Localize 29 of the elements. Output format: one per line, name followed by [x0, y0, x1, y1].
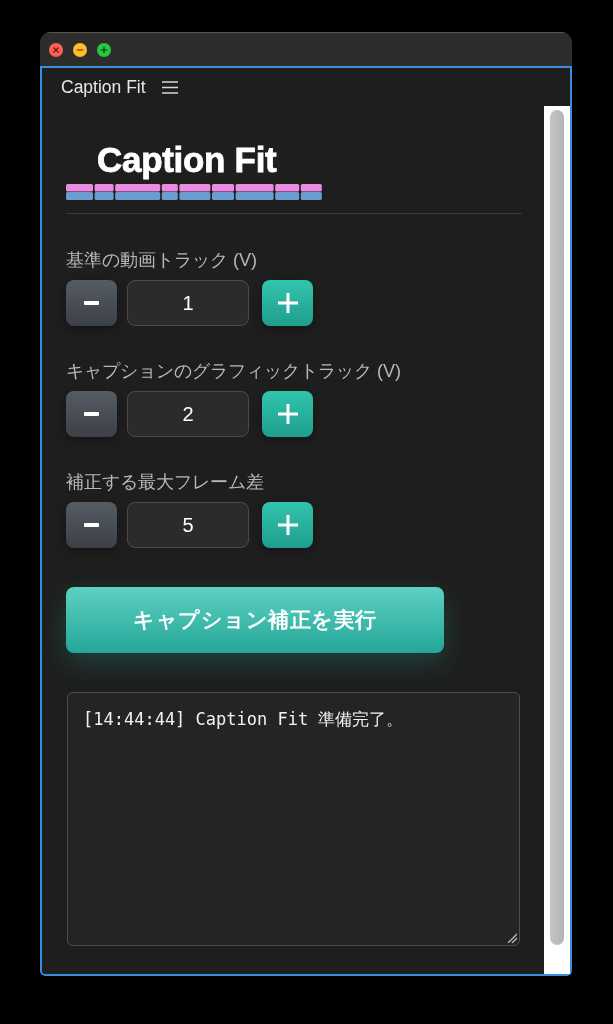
plus-icon [277, 515, 298, 535]
decrement-button[interactable] [66, 502, 117, 548]
number-field[interactable]: 5 [127, 502, 249, 548]
minus-icon [84, 523, 99, 527]
field-label: 補正する最大フレーム差 [66, 471, 264, 494]
maximize-icon[interactable] [97, 42, 111, 57]
minus-icon [84, 412, 99, 416]
plus-icon [277, 404, 298, 424]
logo-text: Caption Fit [97, 140, 277, 180]
minimize-icon[interactable] [73, 42, 87, 57]
log-line: [14:44:44] Caption Fit 準備完了。 [83, 708, 405, 731]
resize-handle-icon[interactable] [507, 933, 517, 943]
increment-button[interactable] [262, 391, 313, 437]
close-icon[interactable] [49, 42, 63, 57]
scrollbar[interactable] [544, 106, 570, 974]
decrement-button[interactable] [66, 280, 117, 326]
menu-icon[interactable] [161, 80, 178, 94]
number-field[interactable]: 2 [127, 391, 249, 437]
increment-button[interactable] [262, 502, 313, 548]
field-label: 基準の動画トラック (V) [66, 249, 257, 272]
field-label: キャプションのグラフィックトラック (V) [66, 360, 401, 383]
minus-icon [84, 301, 99, 305]
increment-button[interactable] [262, 280, 313, 326]
plus-icon [277, 293, 298, 313]
decrement-button[interactable] [66, 391, 117, 437]
log-field[interactable]: [14:44:44] Caption Fit 準備完了。 [67, 692, 520, 946]
panel-title: Caption Fit [61, 76, 146, 98]
number-field[interactable]: 1 [127, 280, 249, 326]
scrollbar-thumb[interactable] [550, 110, 564, 945]
